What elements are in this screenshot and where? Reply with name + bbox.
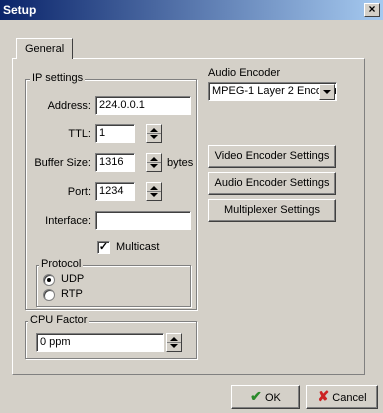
- cpu-factor-spinner[interactable]: [166, 333, 182, 352]
- address-label: Address:: [47, 100, 91, 112]
- close-button[interactable]: ×: [364, 3, 380, 17]
- protocol-group: Protocol UDP RTP: [36, 258, 191, 307]
- chevron-down-icon[interactable]: [319, 84, 335, 100]
- close-icon: ×: [368, 2, 376, 16]
- multicast-checkbox[interactable]: ✓: [97, 241, 110, 254]
- spin-up-icon[interactable]: [150, 186, 158, 190]
- cpu-factor-group: CPU Factor 0 ppm: [25, 314, 197, 359]
- spin-down-icon[interactable]: [170, 344, 178, 348]
- ttl-field[interactable]: 1: [95, 124, 135, 143]
- spin-down-icon[interactable]: [150, 135, 158, 139]
- ok-label: OK: [264, 392, 281, 404]
- multicast-label: Multicast: [116, 241, 160, 253]
- cancel-label: Cancel: [332, 392, 367, 404]
- spin-down-icon[interactable]: [150, 193, 158, 197]
- ttl-label: TTL:: [68, 128, 91, 140]
- title-bar[interactable]: Setup ×: [0, 0, 383, 20]
- spin-up-icon[interactable]: [150, 157, 158, 161]
- spin-up-icon[interactable]: [170, 337, 178, 341]
- cancel-button[interactable]: ✘ Cancel: [306, 385, 378, 409]
- address-field[interactable]: 224.0.0.1: [95, 96, 191, 115]
- cross-icon: ✘: [317, 388, 330, 404]
- window-title: Setup: [3, 3, 37, 17]
- buffer-size-label: Buffer Size:: [34, 157, 91, 169]
- cpu-factor-legend: CPU Factor: [28, 314, 90, 326]
- ttl-spinner[interactable]: [146, 124, 162, 143]
- ip-settings-legend: IP settings: [30, 72, 86, 84]
- ip-settings-group: IP settings Address: 224.0.0.1 TTL: 1 Bu…: [25, 72, 197, 310]
- buffer-unit-label: bytes: [167, 157, 194, 169]
- cpu-factor-field[interactable]: 0 ppm: [36, 333, 164, 352]
- udp-label: UDP: [61, 273, 85, 285]
- multiplexer-settings-button[interactable]: Multiplexer Settings: [208, 199, 336, 222]
- port-spinner[interactable]: [146, 182, 162, 201]
- protocol-legend: Protocol: [39, 258, 84, 270]
- interface-field[interactable]: [95, 211, 191, 230]
- audio-encoder-settings-button[interactable]: Audio Encoder Settings: [208, 172, 336, 195]
- port-label: Port:: [67, 186, 91, 198]
- port-field[interactable]: 1234: [95, 182, 135, 201]
- audio-encoder-select[interactable]: MPEG-1 Layer 2 Encoder: [208, 82, 337, 101]
- rtp-label: RTP: [61, 288, 83, 300]
- tab-general[interactable]: General: [16, 38, 73, 59]
- ok-button[interactable]: ✔ OK: [231, 385, 300, 409]
- checkmark-icon: ✔: [250, 388, 262, 404]
- spin-down-icon[interactable]: [150, 164, 158, 168]
- general-panel: IP settings Address: 224.0.0.1 TTL: 1 Bu…: [12, 58, 365, 375]
- tab-general-label: General: [25, 43, 65, 55]
- video-encoder-settings-button[interactable]: Video Encoder Settings: [208, 145, 336, 168]
- audio-encoder-label: Audio Encoder: [208, 67, 281, 79]
- rtp-radio[interactable]: [43, 289, 55, 301]
- spin-up-icon[interactable]: [150, 128, 158, 132]
- interface-label: Interface:: [45, 215, 91, 227]
- setup-window: Setup × General IP settings Address: 224…: [0, 0, 383, 413]
- buffer-size-spinner[interactable]: [146, 153, 162, 172]
- buffer-size-field[interactable]: 1316: [95, 153, 135, 172]
- udp-radio[interactable]: [43, 274, 55, 286]
